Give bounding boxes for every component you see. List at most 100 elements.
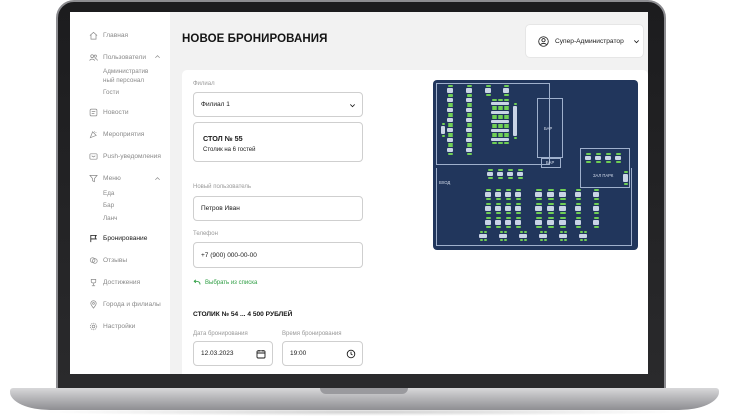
floor-seat [559,189,566,191]
floor-table[interactable] [519,234,527,238]
floor-table[interactable] [491,120,509,123]
chevron-up-icon[interactable] [154,175,161,182]
sidebar-subitem-lunch[interactable]: Ланч [70,215,170,224]
page-title: НОВОЕ БРОНИРОВАНИЯ [182,33,328,45]
floor-table[interactable] [559,234,567,238]
floor-table[interactable] [595,156,601,160]
calendar-icon[interactable] [256,349,266,359]
clock-icon[interactable] [346,349,356,359]
floor-table[interactable] [485,220,491,225]
user-avatar-icon [538,35,549,47]
floor-table[interactable] [485,88,491,93]
floor-table[interactable] [515,220,521,225]
floor-table[interactable] [503,88,509,93]
floor-table[interactable] [517,172,523,176]
sidebar-item-news[interactable]: Новости [70,102,170,124]
floor-table[interactable] [487,172,493,176]
floor-table[interactable] [515,192,521,197]
floor-table[interactable] [575,220,581,225]
floor-table[interactable] [505,220,511,225]
floor-table[interactable] [466,128,472,132]
floor-table[interactable] [495,192,501,197]
sidebar-subitem-bar[interactable]: Бар [70,202,170,211]
time-input[interactable]: 19:00 [282,341,363,366]
phone-input[interactable]: +7 (900) 000-00-00 [193,242,363,268]
floor-table[interactable] [593,206,599,211]
floor-table[interactable] [495,220,501,225]
floor-table[interactable] [447,118,453,122]
floor-table[interactable] [585,156,591,160]
floor-table[interactable] [466,108,472,112]
floor-table[interactable] [535,192,542,197]
floor-table[interactable] [535,206,542,211]
floor-table[interactable] [466,118,472,122]
floor-table[interactable] [447,98,453,102]
sidebar-item-achievements[interactable]: Достижения [70,271,170,293]
floor-table[interactable] [605,156,611,160]
floor-table[interactable] [466,138,472,142]
floor-table[interactable] [559,192,566,197]
floor-table[interactable] [447,128,453,132]
floor-plan-map[interactable]: БАР БАР ЗАЛ ПАРК ВХОД [433,80,638,250]
new-user-input[interactable]: Петров Иван [193,196,363,221]
sidebar-subitem-guests[interactable]: Гости [70,89,170,98]
floor-table[interactable] [479,234,487,238]
sidebar-item-menu[interactable]: Меню [70,168,170,190]
floor-table[interactable] [535,220,542,225]
floor-table[interactable] [499,234,507,238]
floor-table[interactable] [513,106,517,136]
sidebar-item-push[interactable]: Push-уведомления [70,146,170,168]
sidebar-item-booking[interactable]: Бронирование [70,227,170,249]
sidebar-item-reviews[interactable]: Отзывы [70,249,170,271]
floor-table[interactable] [593,220,599,225]
pick-from-list-link[interactable]: Выбрать из списка [193,279,257,286]
floor-table[interactable] [491,111,509,114]
return-arrow-icon [193,279,201,285]
floor-table[interactable] [547,220,554,225]
floor-table[interactable] [447,138,453,142]
floor-table[interactable] [579,234,587,238]
floor-table[interactable] [466,148,472,152]
sidebar-item-settings[interactable]: Настройки [70,315,170,337]
sidebar-subitem-admin-staff[interactable]: Административ ный персонал [70,68,170,85]
floor-table[interactable] [491,138,509,141]
floor-table[interactable] [485,206,491,211]
floor-table[interactable] [505,192,511,197]
floor-table[interactable] [505,206,511,211]
main-content: НОВОЕ БРОНИРОВАНИЯ Супер-Администратор Ф… [170,12,648,374]
floor-table[interactable] [447,108,453,112]
sidebar-item-home[interactable]: Главная [70,24,170,46]
floor-table[interactable] [575,206,581,211]
floor-table[interactable] [491,102,509,105]
floor-table[interactable] [441,126,445,134]
user-menu-button[interactable]: Супер-Администратор [526,25,643,57]
chevron-up-icon[interactable] [154,53,161,60]
floor-table[interactable] [575,192,581,197]
date-input[interactable]: 12.03.2023 [193,341,273,366]
floor-table[interactable] [539,234,547,238]
floor-table[interactable] [491,129,509,132]
floor-table[interactable] [623,174,628,182]
floor-table[interactable] [495,206,501,211]
floor-table[interactable] [485,192,491,197]
floor-table[interactable] [497,172,503,176]
floor-table[interactable] [547,192,554,197]
sidebar-subitem-food[interactable]: Еда [70,190,170,199]
floor-table[interactable] [447,148,453,152]
floor-seat [466,153,472,155]
floor-table[interactable] [466,88,472,93]
sidebar-item-users[interactable]: Пользователи [70,46,170,68]
floor-table[interactable] [447,88,453,93]
floor-table[interactable] [559,206,566,211]
sidebar-item-cities[interactable]: Города и филиалы [70,293,170,315]
branch-select[interactable]: Филиал 1 [193,92,363,117]
floor-table[interactable] [547,206,554,211]
floor-table[interactable] [615,156,621,160]
sidebar-item-events[interactable]: Мероприятия [70,124,170,146]
floor-table[interactable] [593,192,599,197]
floor-table[interactable] [559,220,566,225]
selected-table-info[interactable]: СТОЛ № 55 Столик на 6 гостей [193,122,363,162]
floor-table[interactable] [515,206,521,211]
floor-table[interactable] [466,98,472,102]
floor-table[interactable] [507,172,513,176]
